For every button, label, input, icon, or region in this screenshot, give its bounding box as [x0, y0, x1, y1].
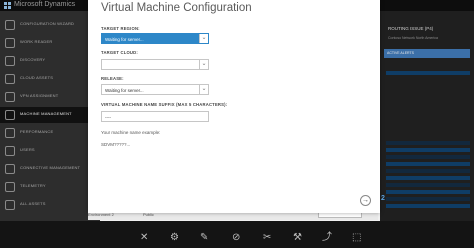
- alert-bar: [386, 190, 470, 194]
- sidebar-item-label: ALL ASSETS: [20, 201, 46, 206]
- sidebar-item-label: CONNECTIVE MANAGEMENT: [20, 165, 81, 170]
- sidebar-item-label: CLOUD ASSETS: [20, 75, 54, 80]
- release-value: Waiting for server...: [105, 87, 144, 93]
- windows-logo-icon: [4, 2, 12, 9]
- alert-bar: [386, 155, 470, 159]
- alert-bar: [386, 71, 470, 75]
- suffix-label: VIRTUAL MACHINE NAME SUFFIX (MAX 5 CHARA…: [101, 102, 228, 107]
- sidebar-item-all-assets[interactable]: ALL ASSETS: [0, 197, 100, 213]
- vpn-icon: [5, 92, 15, 102]
- sidebar-item-label: PERFORMANCE: [20, 129, 54, 134]
- delete-icon[interactable]: ✕: [140, 233, 148, 243]
- export-icon[interactable]: ⬚: [352, 233, 361, 243]
- sidebar-item-work-reader[interactable]: WORK READER: [0, 35, 100, 51]
- performance-icon: [5, 128, 15, 138]
- alert-bar: [386, 162, 470, 166]
- target-cloud-select[interactable]: ⌄: [101, 59, 209, 70]
- target-region-value: Waiting for server...: [105, 36, 144, 42]
- command-bar: ✕ ⚙ ✎ ⊘ ✂ ⚒ ⤴ ⬚: [0, 221, 474, 248]
- sidebar-item-label: VPN ASSIGNMENT: [20, 93, 59, 98]
- chevron-down-icon: ⌄: [199, 85, 208, 94]
- sidebar: CONFIGURATION WIZARD WORK READER DISCOVE…: [0, 11, 100, 221]
- sidebar-item-label: USERS: [20, 147, 35, 152]
- target-region-label: TARGET REGION:: [101, 26, 140, 31]
- share-icon[interactable]: ⤴: [322, 233, 332, 243]
- sidebar-item-cloud-assets[interactable]: CLOUD ASSETS: [0, 71, 100, 87]
- arrow-right-icon[interactable]: →: [360, 195, 371, 206]
- sidebar-item-label: CONFIGURATION WIZARD: [20, 21, 75, 26]
- sidebar-item-label: MACHINE MANAGEMENT: [20, 111, 72, 116]
- chevron-down-icon: ⌄: [199, 34, 208, 43]
- sidebar-item-label: WORK READER: [20, 39, 53, 44]
- suffix-input[interactable]: ----: [101, 111, 209, 122]
- edit-icon[interactable]: ✎: [200, 233, 208, 243]
- configure-icon[interactable]: ⚙: [170, 233, 179, 243]
- alert-bar: [386, 169, 470, 173]
- reader-icon: [5, 38, 15, 48]
- suffix-value: ----: [105, 114, 111, 120]
- alert-bar: [386, 148, 470, 152]
- sidebar-item-label: TELEMETRY: [20, 183, 46, 188]
- home-icon: [5, 20, 15, 30]
- users-icon: [5, 146, 15, 156]
- monitor-icon: [5, 110, 15, 120]
- connect-icon: [5, 164, 15, 174]
- alert-title: ROUTING ISSUE (P4): [388, 26, 434, 31]
- alert-bar: [386, 197, 470, 201]
- example-label: Your machine name example:: [101, 130, 161, 135]
- example-value: SDVM?????...: [101, 142, 131, 147]
- chevron-down-icon: ⌄: [199, 60, 208, 69]
- link-icon[interactable]: ⊘: [232, 233, 240, 243]
- app-brand: Microsoft Dynamics: [14, 1, 76, 8]
- alert-bar: [386, 141, 470, 145]
- target-region-select[interactable]: Waiting for server... ⌄: [101, 33, 209, 44]
- release-select[interactable]: Waiting for server... ⌄: [101, 84, 209, 95]
- sidebar-item-users[interactable]: USERS: [0, 143, 100, 159]
- alert-bar: [386, 204, 470, 208]
- page-indicator: 2: [381, 195, 385, 202]
- target-cloud-label: TARGET CLOUD:: [101, 50, 138, 55]
- sidebar-item-discovery[interactable]: DISCOVERY: [0, 53, 100, 69]
- telemetry-icon: [5, 182, 15, 192]
- tools-icon[interactable]: ⚒: [293, 233, 302, 243]
- cloud-assets-icon: [5, 74, 15, 84]
- cloud-icon: [5, 56, 15, 66]
- alert-subtitle: Contoso Network North America: [388, 36, 438, 40]
- sidebar-item-connective-management[interactable]: CONNECTIVE MANAGEMENT: [0, 161, 100, 177]
- sidebar-item-performance[interactable]: PERFORMANCE: [0, 125, 100, 141]
- assets-icon: [5, 200, 15, 210]
- alert-bar: [386, 176, 470, 180]
- sidebar-item-machine-management[interactable]: MACHINE MANAGEMENT: [0, 107, 100, 123]
- sidebar-item-configuration-wizard[interactable]: CONFIGURATION WIZARD: [0, 17, 100, 33]
- dialog-title: Virtual Machine Configuration: [101, 2, 252, 14]
- alert-box-label: ACTIVE ALERTS: [387, 51, 414, 55]
- alert-panel: ROUTING ISSUE (P4) Contoso Network North…: [380, 11, 474, 221]
- alert-box[interactable]: ACTIVE ALERTS: [384, 49, 470, 58]
- disconnect-icon[interactable]: ✂: [263, 233, 271, 243]
- vm-configuration-dialog: Virtual Machine Configuration TARGET REG…: [88, 0, 380, 213]
- release-label: RELEASE:: [101, 76, 124, 81]
- alert-bar: [386, 183, 470, 187]
- sidebar-item-label: DISCOVERY: [20, 57, 46, 62]
- sidebar-item-vpn-assignment[interactable]: VPN ASSIGNMENT: [0, 89, 100, 105]
- sidebar-item-telemetry[interactable]: TELEMETRY: [0, 179, 100, 195]
